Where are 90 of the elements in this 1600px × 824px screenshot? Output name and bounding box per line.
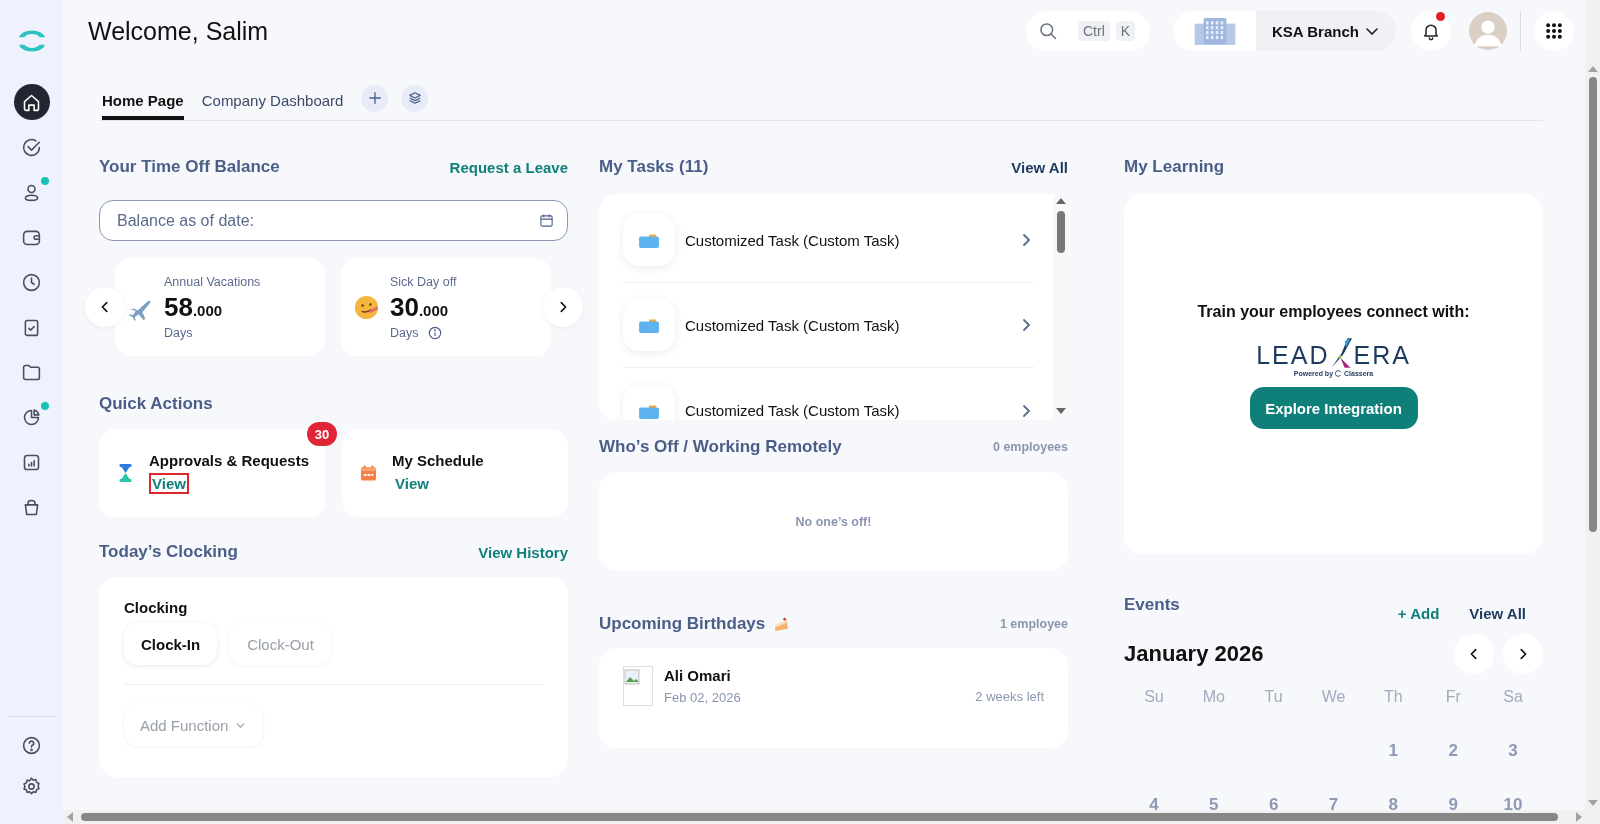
scrollbar[interactable] bbox=[63, 810, 1600, 824]
view-link[interactable]: View bbox=[149, 473, 189, 494]
weekday-label: We bbox=[1320, 688, 1347, 707]
weekday-label: Mo bbox=[1201, 688, 1226, 707]
calendar-day[interactable]: 6 bbox=[1243, 778, 1304, 810]
clock-button[interactable]: Clock-In bbox=[124, 623, 218, 665]
search-icon bbox=[1038, 21, 1058, 41]
section-title: Today’s Clocking bbox=[99, 542, 238, 562]
balance-value: 30.000 bbox=[390, 291, 450, 323]
employee-count: 1 employee bbox=[999, 617, 1068, 631]
task-row[interactable]: Customized Task (Custom Task) bbox=[623, 283, 1034, 368]
calendar-day[interactable]: 3 bbox=[1483, 724, 1543, 778]
check-circle-icon bbox=[21, 136, 42, 158]
calendar-day[interactable]: 1 bbox=[1363, 724, 1424, 778]
calendar-day[interactable]: 5 bbox=[1183, 778, 1244, 810]
birthday-date: Feb 02, 2026 bbox=[664, 690, 741, 705]
logo-text: ERA bbox=[1353, 343, 1411, 368]
logo-text: LEAD bbox=[1256, 343, 1330, 368]
sick-face-icon bbox=[353, 293, 380, 321]
shortcut-key: K bbox=[1115, 21, 1136, 41]
person-name: Ali Omari bbox=[664, 667, 732, 684]
grid-icon bbox=[1544, 21, 1564, 41]
unit-label: Days bbox=[390, 325, 419, 340]
calendar-day[interactable]: 4 bbox=[1124, 778, 1184, 810]
hourglass-icon bbox=[117, 463, 134, 483]
month-title: January 2026 bbox=[1124, 641, 1264, 667]
add-event-link[interactable]: + Add bbox=[1397, 605, 1440, 622]
add-function-dropdown[interactable]: Add Function bbox=[124, 704, 264, 746]
add-tab-button[interactable] bbox=[361, 84, 389, 112]
section-title: Your Time Off Balance bbox=[99, 157, 280, 177]
request-leave-link[interactable]: Request a Leave bbox=[449, 158, 568, 176]
section-title: My Learning bbox=[1124, 157, 1225, 177]
promo-text: Train your employees connect with: bbox=[1197, 303, 1470, 321]
tab[interactable]: Company Dashboard bbox=[201, 80, 344, 120]
search-field[interactable]: Ctrl K bbox=[1026, 11, 1150, 51]
employee-count: 0 employees bbox=[992, 440, 1068, 454]
building-icon bbox=[1192, 16, 1237, 46]
task-row[interactable]: Customized Task (Custom Task) bbox=[623, 368, 1034, 420]
section-title: Upcoming Birthdays bbox=[599, 614, 766, 634]
tab[interactable]: Home Page bbox=[102, 80, 184, 120]
section-title: Quick Actions bbox=[99, 394, 213, 414]
plus-icon bbox=[367, 91, 382, 105]
calendar-day[interactable]: 2 bbox=[1423, 724, 1484, 778]
layers-button[interactable] bbox=[401, 84, 429, 112]
shortcut-key: Ctrl bbox=[1078, 21, 1110, 41]
layers-icon bbox=[407, 91, 422, 105]
weekday-label: Fr bbox=[1444, 688, 1462, 707]
cake-icon bbox=[773, 615, 791, 633]
sidebar-item[interactable] bbox=[13, 84, 50, 120]
calendar-day[interactable]: 8 bbox=[1363, 778, 1424, 810]
unit-label: Days bbox=[164, 325, 193, 340]
broken-image-icon bbox=[623, 666, 653, 706]
section-title: My Tasks (11) bbox=[599, 157, 709, 177]
balance-label: Annual Vacations bbox=[164, 274, 261, 289]
view-link[interactable]: View bbox=[392, 473, 432, 494]
empty-message: No one’s off! bbox=[795, 514, 872, 529]
page-title: Welcome, Salim bbox=[88, 16, 269, 46]
card-title: Approvals & Requests bbox=[149, 452, 310, 469]
balance-label: Sick Day off bbox=[390, 274, 457, 289]
calendar-icon bbox=[360, 463, 377, 483]
section-title: Who’s Off / Working Remotely bbox=[599, 437, 842, 457]
ring-icon bbox=[1335, 370, 1343, 377]
scrollbar[interactable] bbox=[1585, 0, 1600, 810]
branch-selector[interactable]: KSA Branch bbox=[1173, 11, 1396, 51]
weekday-label: Th bbox=[1383, 688, 1404, 707]
weekday-label: Tu bbox=[1263, 688, 1284, 707]
notifications-button[interactable] bbox=[1411, 11, 1451, 51]
clock-icon bbox=[21, 271, 42, 293]
time-remaining: 2 weeks left bbox=[975, 688, 1044, 704]
weekday-label: Sa bbox=[1502, 688, 1524, 707]
clocking-label: Clocking bbox=[124, 599, 188, 616]
view-history-link[interactable]: View History bbox=[478, 543, 568, 561]
section-title: Events bbox=[1124, 595, 1180, 615]
count-badge: 30 bbox=[307, 422, 337, 446]
explore-integration-button[interactable]: Explore Integration bbox=[1249, 387, 1418, 429]
calendar-icon bbox=[539, 213, 554, 228]
view-all-link[interactable]: View All bbox=[1011, 158, 1068, 176]
settings-icon bbox=[21, 775, 42, 797]
card-title: My Schedule bbox=[392, 452, 484, 469]
balance-value: 58.000 bbox=[164, 291, 224, 323]
apps-button[interactable] bbox=[1534, 11, 1574, 51]
calendar-day[interactable]: 9 bbox=[1423, 778, 1484, 810]
date-field[interactable]: Balance as of date: bbox=[99, 200, 568, 241]
calendar-day[interactable]: 10 bbox=[1483, 778, 1543, 810]
task-row[interactable]: Customized Task (Custom Task) bbox=[623, 198, 1034, 283]
view-all-link[interactable]: View All bbox=[1469, 605, 1526, 622]
help-icon bbox=[21, 734, 42, 756]
pie-chart-icon bbox=[21, 406, 42, 428]
calendar-day[interactable]: 7 bbox=[1303, 778, 1364, 810]
weekday-label: Su bbox=[1143, 688, 1165, 707]
